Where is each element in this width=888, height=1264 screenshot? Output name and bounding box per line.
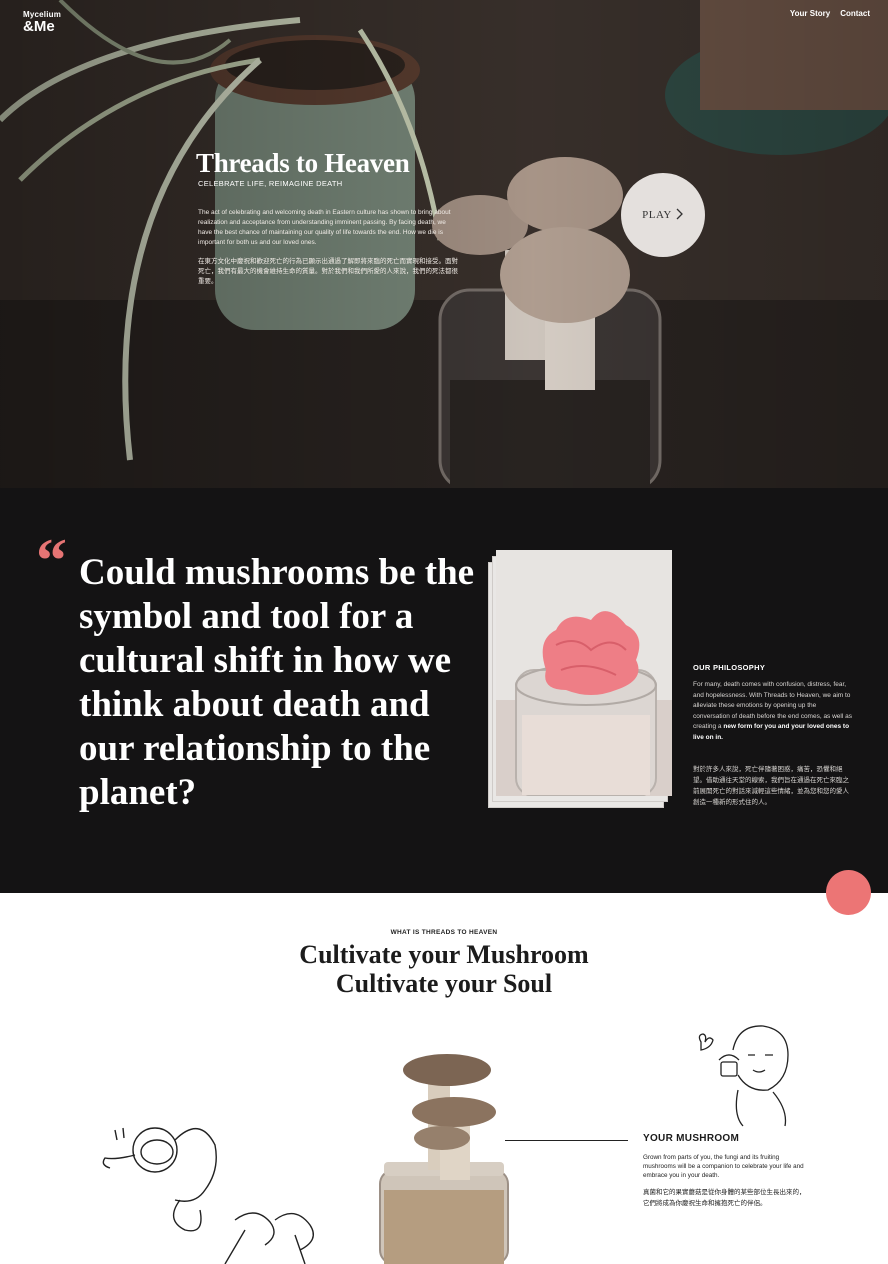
hero-title: Threads to Heaven [196, 148, 410, 178]
nav-your-story[interactable]: Your Story [790, 9, 830, 18]
hero-body: The act of celebrating and welcoming dea… [198, 209, 451, 246]
hero-section: Mycelium &Me Your Story Contact Threads … [0, 0, 888, 488]
pink-mushroom-photo [496, 550, 672, 796]
nav-contact[interactable]: Contact [840, 9, 870, 18]
philosophy-body: For many, death comes with confusion, di… [693, 680, 853, 743]
chevron-right-icon [676, 208, 684, 223]
brand-big-text: &Me [23, 18, 55, 35]
your-mushroom-title: YOUR MUSHROOM [643, 1133, 740, 1144]
your-mushroom-body: Grown from parts of you, the fungi and i… [643, 1154, 804, 1179]
top-nav: Your Story Contact [790, 9, 870, 18]
hero-body-zh: 在東方文化中慶祝和歡迎死亡的行為已顯示出通過了解即將來臨的死亡而實現和接受。面對… [198, 258, 458, 285]
accent-dot [826, 870, 871, 915]
sketch-person-magnifier-icon [102, 1127, 314, 1264]
philosophy-title: OUR PHILOSOPHY [693, 663, 766, 672]
cultivate-heading: Cultivate your Mushroom Cultivate your S… [0, 940, 888, 998]
photo-stack [488, 548, 676, 810]
mushroom-jar-photo [379, 1054, 509, 1264]
philosophy-body-zh: 對於許多人來說，死亡伴隨著困惑，痛苦，恐懼和絕望。借助通往天堂的線索，我們旨在通… [693, 766, 849, 806]
philosophy-quote: Could mushrooms be the symbol and tool f… [79, 552, 475, 813]
play-button[interactable]: PLAY [621, 173, 705, 257]
sketch-person-mushroom-icon [698, 1025, 789, 1127]
divider-line [505, 1140, 628, 1141]
quote-mark-icon: “ [36, 527, 67, 595]
section-label: WHAT IS THREADS TO HEAVEN [390, 929, 498, 936]
cultivate-line-1: Cultivate your Mushroom [299, 940, 589, 969]
cultivate-line-2: Cultivate your Soul [335, 969, 553, 998]
play-label: PLAY [642, 209, 672, 221]
hero-subtitle: CELEBRATE LIFE, REIMAGINE DEATH [198, 179, 343, 188]
brand-logo[interactable]: Mycelium &Me [23, 10, 61, 35]
your-mushroom-body-zh: 真菌和它的果實蘑菇是從你身體的某些部位生長出來的，它們將成為你慶祝生命和擁抱死亡… [643, 1189, 806, 1207]
